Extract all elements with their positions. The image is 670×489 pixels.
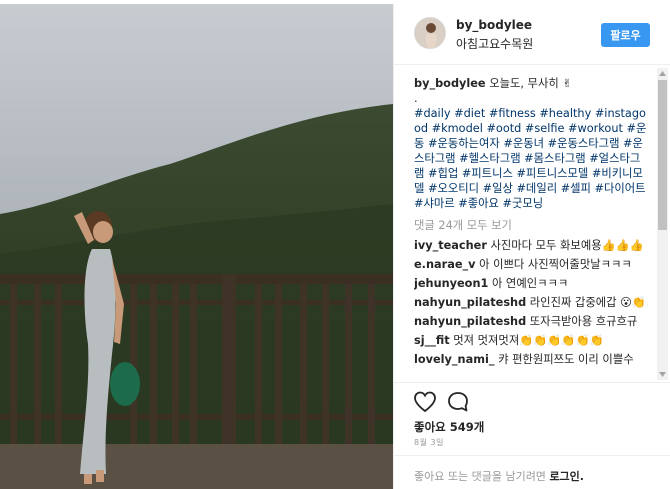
heart-outline-icon (414, 391, 436, 413)
comment-username[interactable]: e.narae_v (414, 258, 476, 271)
comment-text: 멋져 멋져멋져👏👏👏👏👏👏 (453, 334, 604, 347)
avatar[interactable] (414, 17, 446, 49)
comment-item: nahyun_pilateshd 또자극받아용 흐규흐규 (414, 314, 648, 329)
triangle-up-icon (659, 71, 666, 76)
comment-item: jehunyeon1 아 연예인ㅋㅋㅋ (414, 276, 648, 291)
comment-item: sj__fit 멋져 멋져멋져👏👏👏👏👏👏 (414, 333, 648, 348)
comment-item: lovely_nami_ 캬 편한원피쯔도 이리 이쁠수 (414, 352, 648, 367)
follow-button[interactable]: 팔로우 (601, 23, 650, 47)
comment-bubble-icon (448, 392, 468, 412)
comment-item: ivy_teacher 사진마다 모두 화보예용👍👍👍 (414, 238, 648, 253)
scroll-thumb[interactable] (658, 80, 667, 230)
like-button[interactable] (413, 391, 437, 413)
comment-username[interactable]: sj__fit (414, 334, 450, 347)
comment-text: 사진마다 모두 화보예용👍👍👍 (490, 239, 644, 252)
comment-username[interactable]: nahyun_pilateshd (414, 296, 526, 309)
caption: by_bodylee 오늘도, 무사히 ✌ . #daily #diet #fi… (414, 76, 648, 211)
username-link[interactable]: by_bodylee (456, 18, 532, 32)
comment-text: 캬 편한원피쯔도 이리 이쁠수 (498, 353, 634, 366)
caption-text: 오늘도, 무사히 ✌ (489, 77, 572, 90)
comment-item: e.narae_v 아 이쁘다 사진찍어줄맛날ㅋㅋㅋ (414, 257, 648, 272)
post-side-panel: by_bodylee 아침고요수목원 팔로우 by_bodylee 오늘도, 무… (393, 4, 670, 489)
comment-text: 또자극받아용 흐규흐규 (529, 315, 638, 328)
comment-username[interactable]: nahyun_pilateshd (414, 315, 526, 328)
comment-item: nahyun_pilateshd 라인진짜 갑중에갑 😮👏👏 (414, 295, 648, 310)
likes-count[interactable]: 좋아요 549개 (414, 419, 484, 435)
login-prompt-text: 좋아요 또는 댓글을 남기려면 (414, 470, 546, 483)
comments-list: by_bodylee 오늘도, 무사히 ✌ . #daily #diet #fi… (414, 76, 648, 381)
comment-text: 라인진짜 갑중에갑 😮👏👏 (529, 296, 648, 309)
post-photo (0, 4, 393, 489)
post-photo-art (0, 4, 393, 489)
login-prompt: 좋아요 또는 댓글을 남기려면 로그인. (394, 455, 670, 489)
comments-scrollbar[interactable] (657, 68, 668, 380)
scroll-up-button[interactable] (657, 68, 668, 79)
triangle-down-icon (659, 372, 666, 377)
comment-username[interactable]: ivy_teacher (414, 239, 487, 252)
avatar-image (415, 18, 445, 48)
post-header: by_bodylee 아침고요수목원 팔로우 (394, 4, 670, 65)
view-all-comments-link[interactable]: 댓글 24개 모두 보기 (414, 218, 648, 234)
post-actions: 좋아요 549개 8월 3일 좋아요 또는 댓글을 남기려면 로그인. (394, 382, 670, 489)
comment-button[interactable] (446, 391, 470, 413)
comment-username[interactable]: lovely_nami_ (414, 353, 495, 366)
caption-dot: . (414, 92, 418, 105)
comment-username[interactable]: jehunyeon1 (414, 277, 488, 290)
location-link[interactable]: 아침고요수목원 (456, 35, 533, 52)
comment-text: 아 이쁘다 사진찍어줄맛날ㅋㅋㅋ (479, 258, 632, 271)
caption-hashtags[interactable]: #daily #diet #fitness #healthy #instagoo… (414, 106, 648, 211)
caption-username[interactable]: by_bodylee (414, 77, 486, 90)
comment-text: 아 연예인ㅋㅋㅋ (491, 277, 569, 290)
login-link[interactable]: 로그인. (549, 470, 584, 483)
post-date: 8월 3일 (414, 438, 444, 447)
scroll-down-button[interactable] (657, 369, 668, 380)
